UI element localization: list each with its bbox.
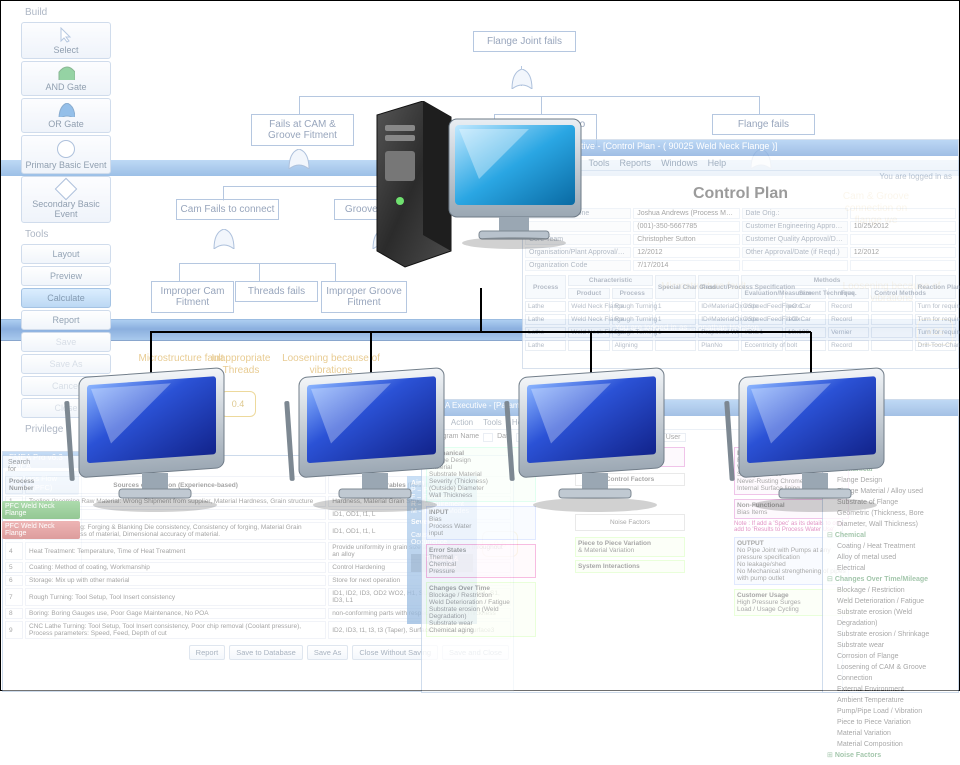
tree-item[interactable]: Substrate erosion / Shrinkage [837, 629, 954, 640]
tree-item[interactable]: Substrate wear [837, 640, 954, 651]
report-button[interactable]: Report [21, 310, 111, 330]
tree-item[interactable]: Blockage / Restriction [837, 585, 954, 596]
ft-box[interactable]: Flange fails [712, 114, 815, 135]
net-vert [480, 288, 482, 331]
client-icon [281, 361, 471, 521]
sysint-box: System Interactions [575, 560, 685, 573]
cursor-icon [58, 27, 74, 43]
build-label: Build [21, 5, 111, 20]
layout-button[interactable]: Layout [21, 244, 111, 264]
error-box: Error States Thermal Chemical Pressure [426, 544, 536, 578]
ft-line [179, 263, 180, 281]
ft-line [223, 186, 381, 187]
and-gate-icon [57, 66, 75, 80]
tree-item[interactable]: Ambient Temperature [837, 695, 954, 706]
server-icon [371, 101, 591, 291]
circle-icon [57, 140, 75, 158]
ft-box[interactable]: Improper Cam Fitment [151, 281, 234, 313]
tools-label: Tools [21, 227, 111, 242]
tree-changes[interactable]: Changes Over Time/Mileage [835, 576, 928, 583]
client-icon [501, 361, 691, 521]
ft-box[interactable]: Fails at CAM & Groove Fitment [251, 114, 354, 146]
sov-report-button[interactable]: Report [189, 645, 226, 660]
preview-button[interactable]: Preview [21, 266, 111, 286]
or-gate-icon [212, 229, 236, 249]
ft-box[interactable]: Threads fails [235, 281, 318, 302]
client-icon [721, 361, 911, 521]
tree-item[interactable]: Material Variation [837, 728, 954, 739]
ft-line [335, 263, 336, 281]
ft-line [759, 96, 760, 114]
side-btn[interactable]: PFC Weld Neck Flange [2, 521, 80, 539]
ft-top-event[interactable]: Flange Joint fails [473, 31, 576, 52]
net-horiz [150, 331, 811, 333]
menu-tools[interactable]: Tools [483, 418, 502, 427]
ft-box[interactable]: Cam Fails to connect [176, 199, 279, 220]
ft-line [259, 263, 260, 281]
pdiag-name-field[interactable] [483, 433, 493, 442]
tree-item[interactable]: Weld Deterioration / Fatigue [837, 596, 954, 607]
calculate-button[interactable]: Calculate [21, 288, 111, 308]
tree-item[interactable]: Electrical [837, 563, 954, 574]
tree-item[interactable]: Corrosion of Flange [837, 651, 954, 662]
client-icon [61, 361, 251, 521]
sov-saveas-button[interactable]: Save As [307, 645, 349, 660]
menu-help[interactable]: Help [708, 158, 727, 168]
cp-row[interactable]: LatheWeld Neck Flange Rough Turning1 ID#… [525, 314, 956, 325]
ft-line [179, 263, 335, 264]
or-gate-icon [57, 103, 75, 117]
tree-item[interactable]: Coating / Heat Treatment [837, 541, 954, 552]
tree-noise[interactable]: Noise Factors [835, 752, 881, 759]
p2p-box: Piece to Piece Variation & Material Vari… [575, 537, 685, 557]
save-button[interactable]: Save [21, 332, 111, 352]
tree-chem[interactable]: Chemical [835, 532, 866, 539]
menu-tools[interactable]: Tools [589, 158, 610, 168]
tree-item[interactable]: Loosening of CAM & Groove Connection [837, 662, 954, 684]
tree-item[interactable]: Piece to Piece Variation [837, 717, 954, 728]
tree-item[interactable]: Material Composition [837, 739, 954, 750]
ft-line [299, 96, 759, 97]
sov-savedb-button[interactable]: Save to Database [229, 645, 303, 660]
menu-reports[interactable]: Reports [620, 158, 652, 168]
tree-item[interactable]: Substrate erosion (Weld Degradation) [837, 607, 954, 629]
or-gate-icon [287, 149, 311, 169]
ov-box: Changes Over Time Blockage / Restriction… [426, 582, 536, 637]
cp-row[interactable]: LatheWeld Neck Flange Rough Turning1 ID#… [525, 301, 956, 312]
menu-windows[interactable]: Windows [661, 158, 698, 168]
tool-select[interactable]: Select [21, 22, 111, 59]
ft-line [299, 96, 300, 114]
tree-item[interactable]: Alloy of metal used [837, 552, 954, 563]
tree-item[interactable]: Pump/Pipe Load / Vibration [837, 706, 954, 717]
or-gate-icon [510, 69, 534, 89]
diamond-icon [55, 178, 78, 201]
tool-secondary-event[interactable]: Secondary Basic Event [21, 176, 111, 223]
tool-and-gate[interactable]: AND Gate [21, 61, 111, 96]
tool-or-gate[interactable]: OR Gate [21, 98, 111, 133]
tree-item[interactable]: External Environment [837, 684, 954, 695]
tool-primary-event[interactable]: Primary Basic Event [21, 135, 111, 174]
